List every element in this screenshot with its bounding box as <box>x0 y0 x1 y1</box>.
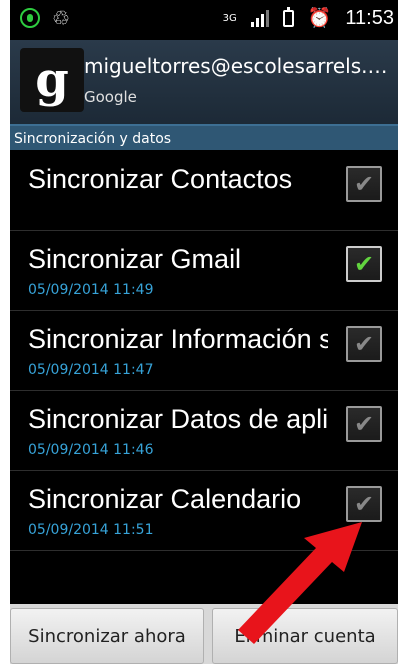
phone-screen: ♲ 3G ⏰ 11:53 g migueltorres@escolesarrel… <box>10 0 398 664</box>
red-arrow-annotation <box>238 522 362 644</box>
arrow-shape <box>238 522 362 644</box>
